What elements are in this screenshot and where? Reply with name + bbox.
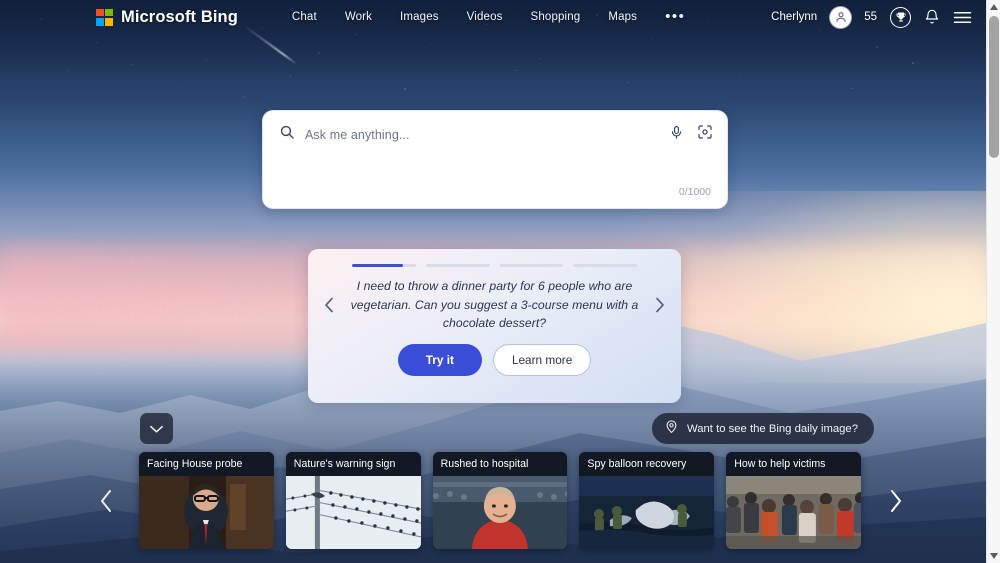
scroll-up-arrow-icon[interactable] xyxy=(987,0,1000,14)
brand-title: Microsoft Bing xyxy=(121,7,238,26)
trophy-icon[interactable] xyxy=(890,6,911,28)
news-card-title: Nature's warning sign xyxy=(285,452,421,476)
user-name-label: Cherlynn xyxy=(771,11,818,23)
suggestion-next-button[interactable] xyxy=(645,296,675,314)
scrollbar-thumb[interactable] xyxy=(989,16,999,158)
search-input[interactable]: Ask me anything... xyxy=(305,128,659,142)
news-card[interactable]: Spy balloon recovery xyxy=(579,452,715,549)
news-card[interactable]: How to help victims xyxy=(726,452,861,549)
news-card[interactable]: Nature's warning sign xyxy=(285,452,421,549)
carousel-prev-button[interactable] xyxy=(86,478,126,524)
nav-maps[interactable]: Maps xyxy=(608,11,637,23)
nav-videos[interactable]: Videos xyxy=(467,11,503,23)
carousel-progress-bar[interactable] xyxy=(573,264,637,267)
page-scrollbar[interactable] xyxy=(986,0,1000,563)
suggestion-body: I need to throw a dinner party for 6 peo… xyxy=(308,267,681,343)
news-card[interactable]: Facing House probe xyxy=(139,452,274,549)
chevron-left-icon xyxy=(101,490,111,512)
suggestion-prev-button[interactable] xyxy=(314,296,344,314)
search-row: Ask me anything... xyxy=(263,111,727,145)
try-it-button[interactable]: Try it xyxy=(397,344,482,376)
carousel-progress-bar[interactable] xyxy=(352,264,416,267)
nav-work[interactable]: Work xyxy=(345,11,372,23)
user-avatar-icon[interactable] xyxy=(830,6,852,28)
main-navigation: Chat Work Images Videos Shopping Maps ••… xyxy=(292,9,685,24)
news-card-thumbnail xyxy=(432,476,568,549)
news-carousel: Facing House probe Nature's warning sign xyxy=(139,452,861,549)
carousel-progress-bar[interactable] xyxy=(499,264,564,267)
header-right-cluster: Cherlynn 55 xyxy=(771,6,972,28)
nav-more-button[interactable]: ••• xyxy=(665,9,685,24)
learn-more-button[interactable]: Learn more xyxy=(492,344,592,376)
character-counter: 0/1000 xyxy=(678,186,711,198)
suggestion-carousel-card: I need to throw a dinner party for 6 peo… xyxy=(308,249,681,403)
news-card-thumbnail xyxy=(579,476,715,549)
news-card-title: How to help victims xyxy=(726,452,861,476)
nav-shopping[interactable]: Shopping xyxy=(531,11,581,23)
news-card-title: Rushed to hospital xyxy=(432,452,568,476)
nav-images[interactable]: Images xyxy=(400,11,439,23)
suggestion-prompt-text: I need to throw a dinner party for 6 peo… xyxy=(350,279,639,331)
news-card[interactable]: Rushed to hospital xyxy=(432,452,568,549)
rewards-points-label: 55 xyxy=(864,11,877,23)
search-tools xyxy=(669,124,713,145)
chevron-right-icon xyxy=(891,490,901,512)
chevron-down-icon xyxy=(150,425,163,433)
hamburger-menu-icon[interactable] xyxy=(953,10,972,25)
carousel-progress-bars xyxy=(308,249,681,267)
bell-icon[interactable] xyxy=(924,9,940,25)
scroll-down-arrow-icon[interactable] xyxy=(987,549,1000,563)
bing-daily-image-button[interactable]: Want to see the Bing daily image? xyxy=(651,413,874,444)
location-pin-icon xyxy=(664,419,679,439)
search-icon xyxy=(279,124,295,145)
daily-image-label: Want to see the Bing daily image? xyxy=(686,422,858,435)
news-card-thumbnail xyxy=(285,476,421,549)
news-card-title: Facing House probe xyxy=(139,452,274,476)
microphone-icon[interactable] xyxy=(669,125,684,145)
search-box[interactable]: Ask me anything... 0/1000 xyxy=(262,110,728,209)
collapse-feed-button[interactable] xyxy=(140,413,173,444)
news-card-thumbnail xyxy=(139,476,274,549)
suggestion-actions: Try it Learn more xyxy=(308,343,681,376)
top-header-bar: Microsoft Bing Chat Work Images Videos S… xyxy=(0,0,986,34)
carousel-progress-bar[interactable] xyxy=(425,264,490,267)
news-card-thumbnail xyxy=(726,476,861,549)
nav-chat[interactable]: Chat xyxy=(292,11,317,23)
visual-search-camera-icon[interactable] xyxy=(697,124,713,145)
microsoft-logo-icon xyxy=(96,8,113,26)
carousel-next-button[interactable] xyxy=(876,478,916,524)
bing-brand-logo[interactable]: Microsoft Bing xyxy=(96,8,238,27)
news-card-title: Spy balloon recovery xyxy=(579,452,715,476)
